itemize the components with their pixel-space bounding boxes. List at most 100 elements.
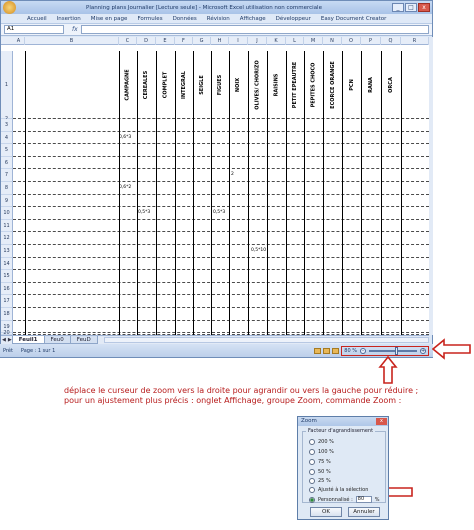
- radio-icon[interactable]: [309, 478, 315, 484]
- radio-selected-icon[interactable]: [309, 496, 315, 503]
- zoom-option-50[interactable]: 50 %: [309, 469, 331, 475]
- radio-icon[interactable]: [309, 487, 315, 493]
- column-header[interactable]: M: [304, 37, 323, 45]
- first-sheet-icon[interactable]: ◀: [2, 337, 6, 343]
- radio-icon[interactable]: [309, 439, 315, 445]
- sheet-tab-feuil1[interactable]: Feuil1: [11, 336, 45, 344]
- zoom-custom-input[interactable]: 80: [355, 496, 372, 503]
- zoom-level[interactable]: 80 %: [344, 348, 357, 354]
- cancel-button[interactable]: Annuler: [348, 507, 380, 517]
- minimize-button[interactable]: _: [392, 3, 404, 12]
- column-header[interactable]: O: [342, 37, 361, 45]
- normal-view-icon[interactable]: [314, 347, 322, 354]
- column-header[interactable]: A: [13, 37, 25, 45]
- cell-note[interactable]: 2: [231, 172, 234, 177]
- row-header[interactable]: 17: [1, 295, 13, 308]
- sheet-tab-feu0[interactable]: Feu0: [43, 336, 71, 344]
- zoom-slider-thumb[interactable]: [395, 346, 398, 355]
- zoom-option-custom[interactable]: Personnalisé : 80 %: [309, 496, 380, 503]
- product-column-label: RANA: [368, 77, 374, 93]
- row-header[interactable]: 4: [1, 131, 13, 145]
- row-header[interactable]: 1: [1, 51, 13, 119]
- zoom-option-75[interactable]: 75 %: [309, 459, 331, 465]
- row-header[interactable]: 15: [1, 270, 13, 283]
- column-header[interactable]: F: [175, 37, 193, 45]
- column-header[interactable]: K: [267, 37, 286, 45]
- zoom-option-fit-selection[interactable]: Ajusté à la sélection: [309, 487, 368, 493]
- row-header[interactable]: 13: [1, 245, 13, 258]
- row-gridline: [13, 168, 429, 170]
- row-header[interactable]: 9: [1, 194, 13, 208]
- tab-affichage[interactable]: Affichage: [240, 16, 266, 22]
- tab-accueil[interactable]: Accueil: [27, 16, 47, 22]
- column-header[interactable]: N: [323, 37, 342, 45]
- row-header[interactable]: 7: [1, 169, 13, 182]
- radio-icon[interactable]: [309, 449, 315, 455]
- sheet-tab-feud[interactable]: FeuD: [69, 336, 98, 344]
- column-header[interactable]: H: [211, 37, 229, 45]
- close-button[interactable]: x: [418, 3, 430, 12]
- column-header[interactable]: Q: [381, 37, 401, 45]
- worksheet-grid[interactable]: ABCDEFGHIJKLMNOPQR 123456789101112131415…: [1, 37, 429, 335]
- row-header[interactable]: 11: [1, 219, 13, 233]
- column-header[interactable]: B: [25, 37, 119, 45]
- row-header[interactable]: 8: [1, 182, 13, 195]
- zoom-slider[interactable]: [369, 346, 417, 355]
- tab-developpeur[interactable]: Développeur: [276, 16, 311, 22]
- office-button-icon[interactable]: [3, 1, 16, 14]
- maximize-button[interactable]: □: [405, 3, 417, 12]
- formula-input[interactable]: [80, 25, 429, 34]
- row-header[interactable]: 14: [1, 257, 13, 271]
- fx-icon[interactable]: fx: [72, 26, 78, 33]
- column-border: [401, 51, 402, 335]
- product-column-label: CEREALES: [143, 70, 150, 100]
- tab-donnees[interactable]: Données: [173, 16, 197, 22]
- row-header[interactable]: 16: [1, 282, 13, 296]
- zoom-factor-label: Facteur d'agrandissement: [306, 428, 376, 434]
- radio-icon[interactable]: [309, 459, 315, 465]
- row-gridline: [13, 130, 429, 132]
- zoom-out-button[interactable]: -: [360, 347, 366, 354]
- row-header[interactable]: 18: [1, 308, 13, 321]
- vertical-scrollbar[interactable]: [429, 37, 433, 335]
- column-header[interactable]: R: [401, 37, 429, 45]
- zoom-option-25[interactable]: 25 %: [309, 478, 331, 484]
- zoom-option-200[interactable]: 200 %: [309, 439, 334, 445]
- zoom-dialog-close-button[interactable]: x: [376, 418, 387, 425]
- cell-note[interactable]: 0,5*3: [138, 210, 150, 215]
- cell-note[interactable]: 0,6*2: [119, 185, 131, 190]
- horizontal-scrollbar[interactable]: [103, 337, 429, 343]
- product-column-header: NOIX: [229, 51, 248, 119]
- column-header[interactable]: C: [119, 37, 137, 45]
- radio-icon[interactable]: [309, 469, 315, 475]
- ok-button[interactable]: OK: [310, 507, 342, 517]
- row-gridline: [13, 294, 429, 296]
- column-header[interactable]: G: [193, 37, 211, 45]
- column-header[interactable]: E: [156, 37, 175, 45]
- row-header[interactable]: 12: [1, 232, 13, 245]
- row-header[interactable]: 10: [1, 207, 13, 220]
- tab-insertion[interactable]: Insertion: [57, 16, 81, 22]
- row-header[interactable]: 6: [1, 156, 13, 170]
- column-header[interactable]: J: [248, 37, 267, 45]
- tab-easy-document-creator[interactable]: Easy Document Creator: [321, 16, 386, 22]
- row-gridline: [13, 218, 429, 220]
- tab-revision[interactable]: Révision: [207, 16, 230, 22]
- cell-note[interactable]: 0,5*3: [213, 210, 225, 215]
- column-header[interactable]: I: [229, 37, 248, 45]
- product-column-header: FIGUES: [211, 51, 229, 119]
- tab-mise-en-page[interactable]: Mise en page: [91, 16, 128, 22]
- column-header[interactable]: D: [137, 37, 156, 45]
- row-header[interactable]: 3: [1, 119, 13, 132]
- name-box[interactable]: A1: [4, 25, 64, 34]
- cell-note[interactable]: 0,6*3: [119, 135, 131, 140]
- column-header[interactable]: P: [361, 37, 381, 45]
- zoom-in-button[interactable]: +: [420, 347, 426, 354]
- row-header[interactable]: 5: [1, 144, 13, 157]
- page-break-view-icon[interactable]: [332, 347, 340, 354]
- page-layout-view-icon[interactable]: [323, 347, 331, 354]
- tab-formules[interactable]: Formules: [137, 16, 162, 22]
- zoom-option-100[interactable]: 100 %: [309, 449, 334, 455]
- column-header[interactable]: L: [286, 37, 304, 45]
- cell-note[interactable]: 0,5*10: [251, 248, 266, 253]
